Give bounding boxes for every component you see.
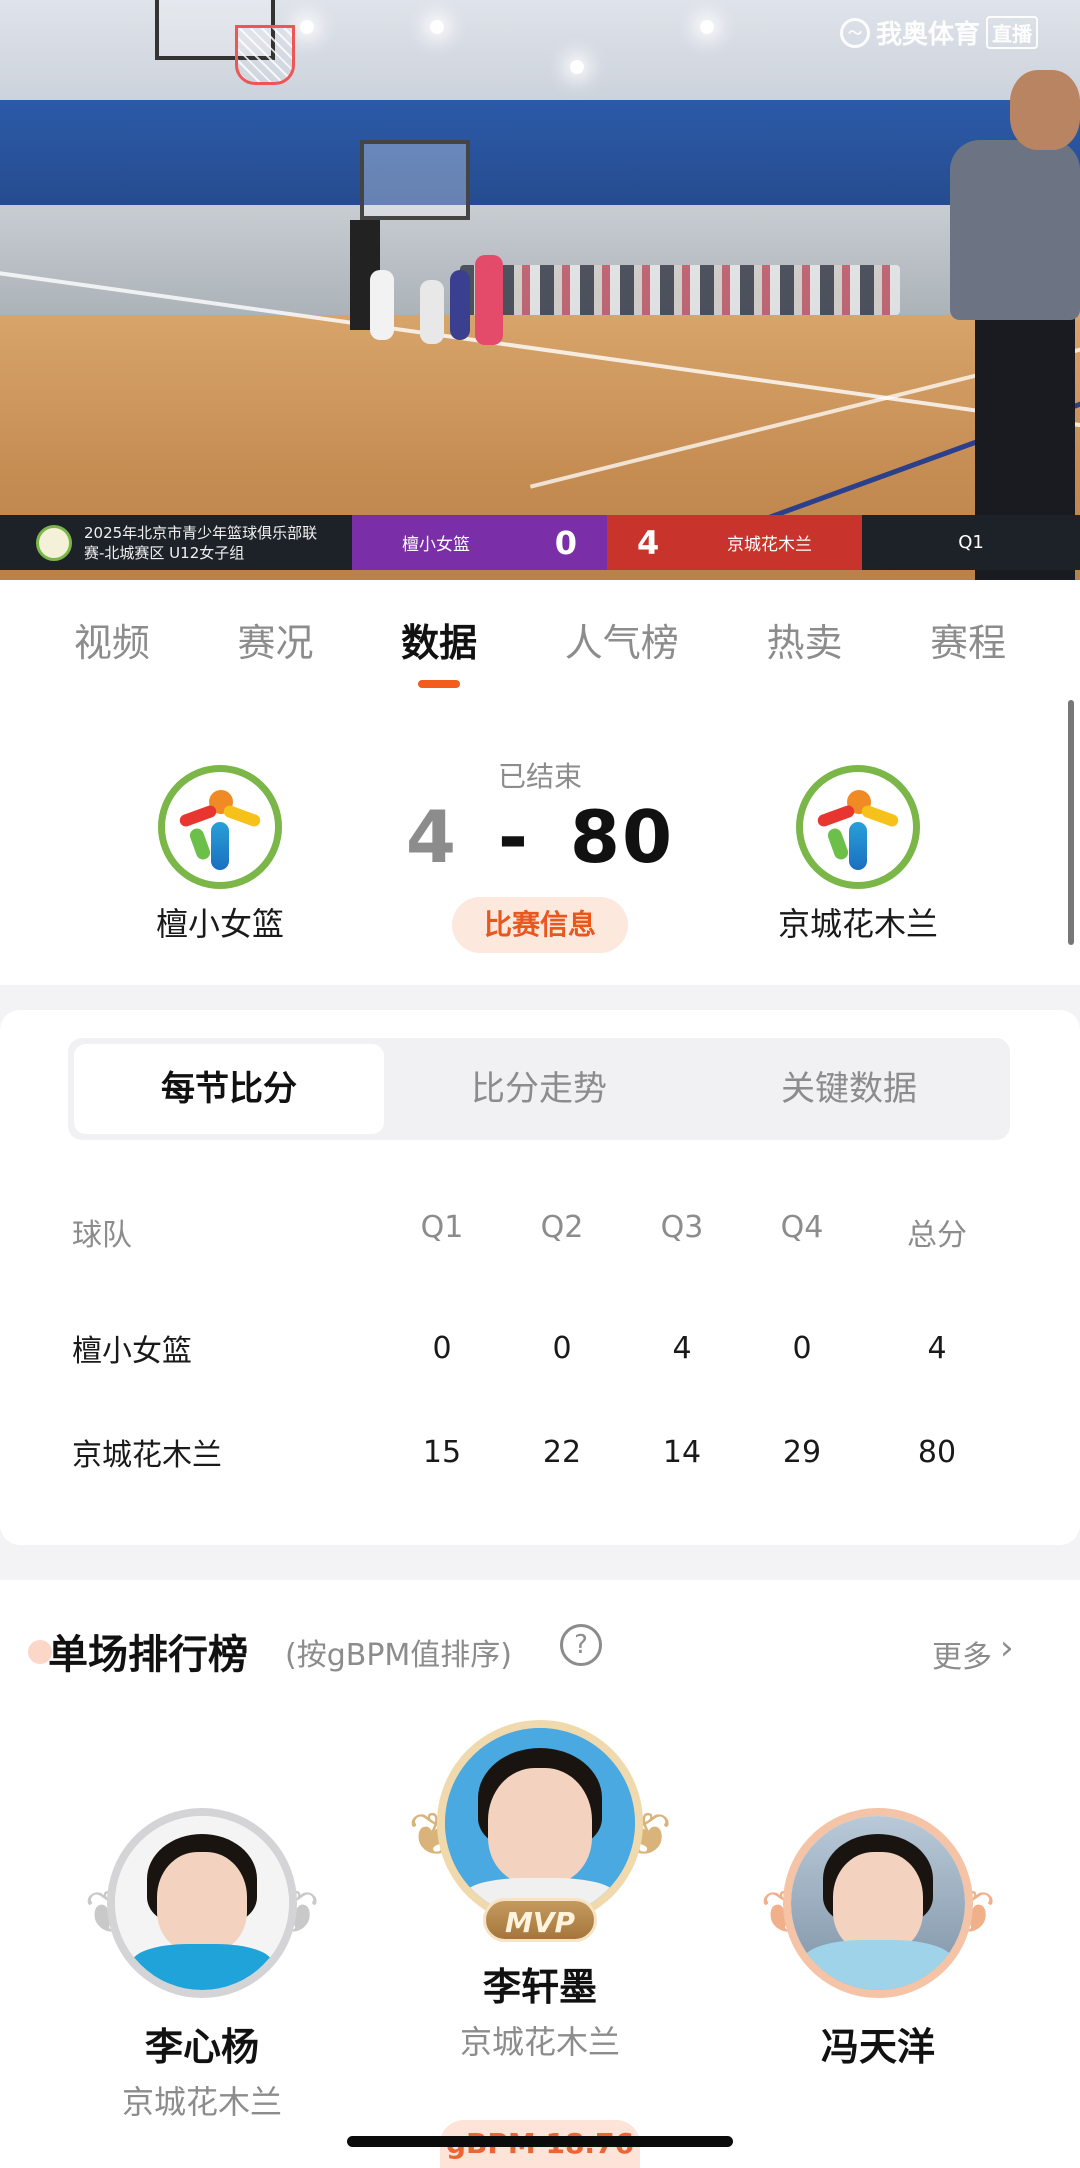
video-player-figure [475,255,503,345]
mvp-badge: MVP [483,1898,597,1942]
row-q1: 15 [422,1434,462,1470]
referee [1010,70,1080,150]
player-team: 京城花木兰 [459,2023,620,2061]
player-card-rank-2[interactable]: ❦ ❦ 李心杨 京城花木兰 [84,1808,320,2123]
row-q3: 14 [662,1434,702,1470]
team-logo-icon [796,765,920,889]
avatar [783,1808,973,1998]
tab-popularity[interactable]: 人气榜 [565,612,679,667]
table-header-row: 球队 Q1 Q2 Q3 Q4 总分 [72,1210,1012,1272]
column-header: Q2 [540,1210,584,1245]
league-title: 2025年北京市青少年篮球俱乐部联 赛-北城赛区 U12女子组 [84,523,317,563]
tab-data-label: 数据 [401,621,478,665]
tab-bar: 视频 赛况 数据 人气榜 热卖 赛程 [0,580,1080,695]
score-bug-away-name: 京城花木兰 [727,535,812,555]
player-team: 京城花木兰 [121,2083,282,2121]
score-bug-league: 2025年北京市青少年篮球俱乐部联 赛-北城赛区 U12女子组 [0,515,352,570]
home-indicator[interactable] [347,2136,733,2147]
ceiling-light [570,60,584,74]
score-bug-away-score: 4 [637,523,660,562]
video-spectators [460,265,900,315]
home-final-score: 4 [405,795,458,879]
ceiling-light [300,20,314,34]
ceiling-light [700,20,714,34]
score-bug: 2025年北京市青少年篮球俱乐部联 赛-北城赛区 U12女子组 檀小女篮 0 4… [0,515,1080,570]
watermark-text: 我奥体育 [875,20,980,50]
video-wall [0,100,1080,220]
ceiling-light [430,20,444,34]
away-team-name: 京城花木兰 [777,905,938,943]
quarter-score-table: 球队 Q1 Q2 Q3 Q4 总分 檀小女篮 0 0 4 0 4 京城花木兰 1… [72,1210,1012,1504]
column-header: 总分 [907,1218,967,1253]
tab-live[interactable]: 赛况 [237,612,313,667]
watermark-tag: 直播 [986,16,1038,49]
video-player[interactable]: 〜 我奥体育 直播 2025年北京市青少年篮球俱乐部联 赛-北城赛区 U12女子… [0,0,1080,580]
row-q4: 29 [782,1434,822,1470]
row-total: 4 [927,1330,947,1366]
avatar [437,1720,643,1926]
player-name: 冯天洋 [820,2025,935,2069]
hoop-net [235,25,295,85]
league-title-line: 2025年北京市青少年篮球俱乐部联 [84,523,318,542]
player-name: 李心杨 [144,2025,259,2069]
tab-video[interactable]: 视频 [74,612,150,667]
row-q2: 0 [552,1330,572,1366]
row-team: 京城花木兰 [72,1438,222,1473]
tab-shop[interactable]: 热卖 [766,612,842,667]
score-bug-period: Q1 [862,515,1080,570]
away-team[interactable]: 京城花木兰 [748,765,968,945]
help-icon[interactable]: ? [560,1624,602,1666]
row-q1: 0 [432,1330,452,1366]
row-q2: 22 [542,1434,582,1470]
league-logo-icon [36,524,72,561]
score-bug-home: 檀小女篮 0 [352,515,607,570]
video-player-figure [450,270,470,340]
ranking-title: 单场排行榜 [48,1632,248,1678]
match-info-button[interactable]: 比赛信息 [452,897,628,953]
score-separator: - [498,795,530,879]
stats-segmented-control: 每节比分 比分走势 关键数据 [68,1038,1010,1140]
player-card-rank-1[interactable]: ❦ ❦ MVP 李轩墨 京城花木兰 [408,1720,672,2063]
single-game-ranking: 单场排行榜 (按gBPM值排序) ? 更多 › ❦ ❦ 李心杨 京城花木兰 ❦ … [0,1580,1080,2168]
score-bug-home-name: 檀小女篮 [402,535,470,555]
tab-active-indicator [418,680,461,688]
column-header: Q4 [780,1210,824,1245]
column-header: Q1 [420,1210,464,1245]
home-team-name: 檀小女篮 [155,905,284,943]
league-title-line: 赛-北城赛区 U12女子组 [84,543,245,562]
avatar [107,1808,297,1998]
away-final-score: 80 [569,795,675,879]
far-backboard [360,140,470,220]
referee [950,140,1080,320]
tab-data[interactable]: 数据 [401,612,478,688]
row-q3: 4 [672,1330,692,1366]
scrollbar[interactable] [1068,700,1074,945]
match-header: 已结束 檀小女篮 4-80 比赛信息 京城花木兰 [0,695,1080,985]
video-player-figure [420,280,444,344]
row-team: 檀小女篮 [72,1334,192,1369]
video-player-figure [370,270,394,340]
brand-logo-icon: 〜 [839,17,870,48]
row-total: 80 [917,1434,957,1470]
segment-score-trend[interactable]: 比分走势 [384,1044,694,1134]
table-row: 京城花木兰 15 22 14 29 80 [72,1400,1012,1504]
watermark: 〜 我奥体育 直播 [839,14,1038,51]
player-card-rank-3[interactable]: ❦ ❦ 冯天洋 [760,1808,996,2077]
row-q4: 0 [792,1330,812,1366]
segment-quarter-scores[interactable]: 每节比分 [74,1044,384,1134]
ranking-subtitle: (按gBPM值排序) [285,1638,513,1673]
table-row: 檀小女篮 0 0 4 0 4 [72,1296,1012,1400]
player-name: 李轩墨 [482,1965,597,2009]
chevron-right-icon[interactable]: › [1000,1628,1014,1668]
score-bug-home-score: 0 [554,523,577,562]
score-bug-away: 4 京城花木兰 [607,515,862,570]
quarter-score-card: 每节比分 比分走势 关键数据 球队 Q1 Q2 Q3 Q4 总分 檀小女篮 0 … [0,1010,1080,1545]
tab-schedule[interactable]: 赛程 [930,612,1006,667]
more-link[interactable]: 更多 [932,1632,992,1676]
column-header: Q3 [660,1210,704,1245]
column-header: 球队 [72,1218,132,1253]
segment-key-stats[interactable]: 关键数据 [694,1044,1004,1134]
